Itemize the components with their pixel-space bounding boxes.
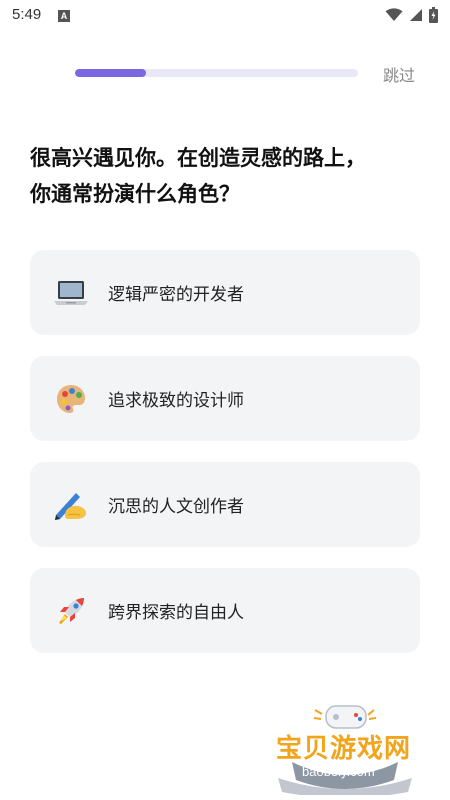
laptop-icon [54,276,88,310]
role-options: 逻辑严密的开发者 追求极致的设计师 沉思的人文创作者 跨界探索的自由人 [30,250,420,674]
watermark-logo: 宝贝游戏网 baobeiy.com [270,700,420,795]
option-designer[interactable]: 追求极致的设计师 [30,356,420,441]
option-label: 逻辑严密的开发者 [108,285,244,305]
question-title: 很高兴遇见你。在创造灵感的路上， 你通常扮演什么角色？ [30,140,430,212]
watermark-title: 宝贝游戏网 [276,734,412,764]
progress-fill [75,69,146,77]
status-bar: 5:49 A [0,0,450,32]
status-time: 5:49 [12,6,42,23]
question-line-1: 很高兴遇见你。在创造灵感的路上， [30,146,366,170]
option-writer[interactable]: 沉思的人文创作者 [30,462,420,547]
option-developer[interactable]: 逻辑严密的开发者 [30,250,420,335]
rocket-icon [54,594,88,628]
option-label: 沉思的人文创作者 [108,497,244,517]
progress-bar [75,69,358,77]
writing-hand-icon [54,488,88,522]
option-explorer[interactable]: 跨界探索的自由人 [30,568,420,653]
skip-button[interactable]: 跳过 [383,62,415,86]
wifi-icon [385,8,403,21]
battery-icon [429,7,438,23]
palette-icon [54,382,88,416]
signal-icon [410,9,422,21]
watermark-url: baobeiy.com [302,764,375,779]
option-label: 追求极致的设计师 [108,391,244,411]
option-label: 跨界探索的自由人 [108,603,244,623]
question-line-2: 你通常扮演什么角色？ [30,182,240,206]
screen: 5:49 A 跳过 很高兴遇见你。在创造灵感的路上， 你通常扮演什么角色？ 逻辑… [0,0,450,800]
status-icons [385,7,438,23]
a-icon: A [58,10,70,22]
